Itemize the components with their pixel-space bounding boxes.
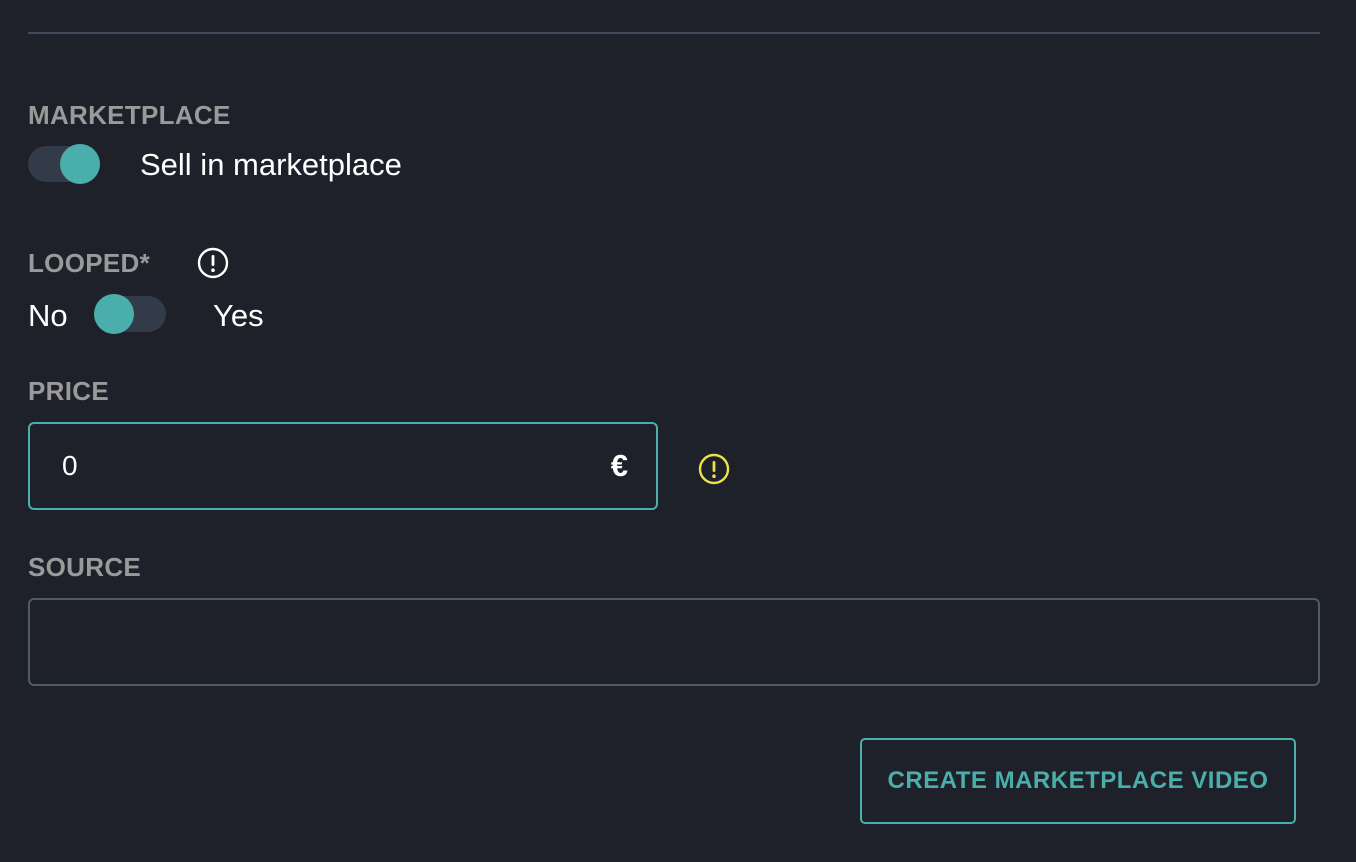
info-icon[interactable]: [197, 247, 229, 279]
toggle-knob: [94, 294, 134, 334]
warning-icon[interactable]: [698, 453, 730, 485]
price-field[interactable]: €: [28, 422, 658, 510]
price-input[interactable]: [62, 424, 582, 508]
sell-in-marketplace-toggle[interactable]: [28, 144, 100, 184]
sell-in-marketplace-label: Sell in marketplace: [140, 147, 402, 182]
looped-label: LOOPED*: [28, 248, 151, 278]
section-divider: [28, 32, 1320, 34]
source-label: SOURCE: [28, 552, 142, 582]
source-field[interactable]: [28, 598, 1320, 686]
source-input[interactable]: [60, 600, 1280, 684]
currency-symbol: €: [610, 448, 628, 483]
looped-toggle[interactable]: [94, 294, 166, 334]
looped-yes-label: Yes: [213, 298, 264, 333]
create-marketplace-video-button[interactable]: CREATE MARKETPLACE VIDEO: [860, 738, 1296, 824]
toggle-knob: [60, 144, 100, 184]
marketplace-label: MARKETPLACE: [28, 100, 231, 130]
price-label: PRICE: [28, 376, 109, 406]
looped-no-label: No: [28, 298, 68, 333]
